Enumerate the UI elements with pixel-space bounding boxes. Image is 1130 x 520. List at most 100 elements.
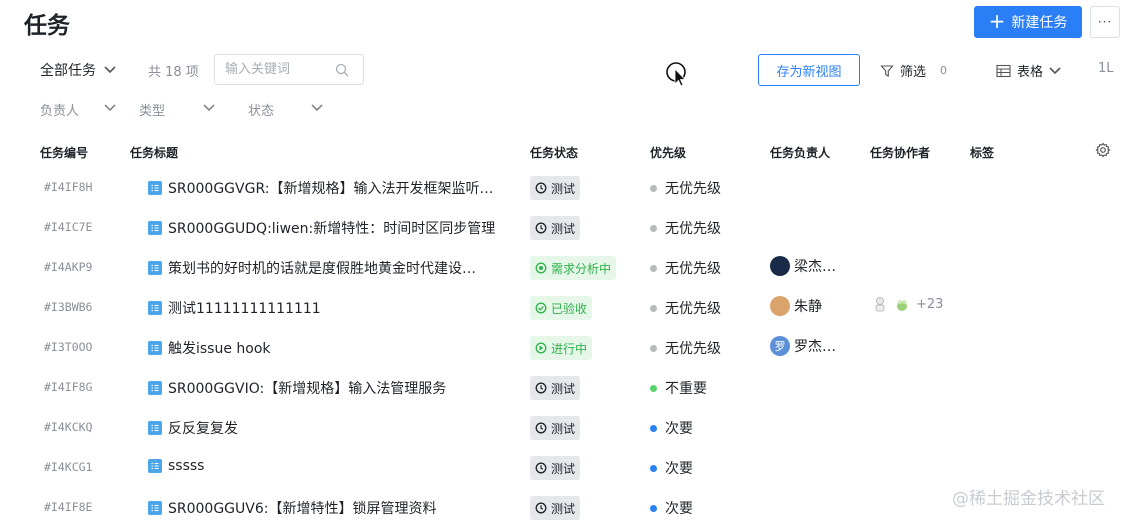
task-title[interactable]: 测试11111111111111 (148, 298, 321, 318)
task-id[interactable]: #I3BWB6 (44, 300, 92, 314)
task-id[interactable]: #I4KCKQ (44, 420, 92, 434)
avatar (770, 256, 790, 276)
task-title-text: 测试11111111111111 (168, 301, 321, 317)
task-type-icon (148, 261, 162, 275)
status-badge[interactable]: 测试 (530, 376, 581, 400)
table-row[interactable]: #I4AKP9 策划书的好时机的话就是度假胜地黄金时代建设… 需求分析中 无优先级 梁杰… (0, 248, 1130, 288)
priority-cell[interactable]: 无优先级 (650, 218, 721, 238)
assignee-name: 梁杰… (794, 259, 836, 275)
task-id[interactable]: #I4IF8E (44, 500, 92, 514)
assignee-filter[interactable]: 负责人 (40, 100, 116, 119)
more-options-button[interactable]: ··· (1090, 6, 1120, 38)
priority-text: 次要 (665, 461, 693, 477)
task-title[interactable]: 策划书的好时机的话就是度假胜地黄金时代建设… (148, 258, 476, 278)
status-text: 进行中 (551, 341, 588, 356)
task-title[interactable]: SR000GGUV6:【新增特性】锁屏管理资料 (148, 498, 436, 518)
status-text: 测试 (551, 461, 576, 476)
table-row[interactable]: #I4IF8G SR000GGVIO:【新增规格】输入法管理服务 测试 不重要 (0, 368, 1130, 408)
watermark: @稀土掘金技术社区 (952, 489, 1105, 509)
new-task-button[interactable]: + 新建任务 (974, 6, 1082, 38)
priority-cell[interactable]: 次要 (650, 458, 693, 478)
sub-filters: 负责人 类型 状态 (0, 100, 1130, 120)
status-badge[interactable]: 已验收 (530, 296, 593, 320)
priority-text: 不重要 (665, 381, 707, 397)
table-row[interactable]: #I4KCG1 sssss 测试 次要 (0, 448, 1130, 488)
table-row[interactable]: #I3BWB6 测试11111111111111 已验收 无优先级 朱静 +23 (0, 288, 1130, 328)
task-type-icon (148, 221, 162, 235)
priority-cell[interactable]: 次要 (650, 498, 693, 518)
status-icon (535, 302, 547, 314)
task-title-text: sssss (168, 458, 205, 474)
search-box[interactable] (214, 54, 364, 85)
task-scope-dropdown[interactable]: 全部任务 (40, 60, 116, 80)
col-title: 任务标题 (130, 146, 179, 160)
save-as-view-button[interactable]: 存为新视图 (758, 54, 860, 86)
task-id[interactable]: #I4IC7E (44, 220, 92, 234)
task-type-icon (148, 181, 162, 195)
task-id[interactable]: #I4KCG1 (44, 460, 92, 474)
assignee-cell[interactable]: 梁杰… (770, 256, 836, 276)
priority-cell[interactable]: 无优先级 (650, 178, 721, 198)
table-row[interactable]: #I4IC7E SR000GGUDQ:liwen:新增特性：时间时区同步管理 测试 无… (0, 208, 1130, 248)
task-title[interactable]: SR000GGUDQ:liwen:新增特性：时间时区同步管理 (148, 218, 495, 238)
status-badge[interactable]: 测试 (530, 496, 581, 520)
task-title[interactable]: SR000GGVIO:【新增规格】输入法管理服务 (148, 378, 446, 398)
priority-cell[interactable]: 无优先级 (650, 298, 721, 318)
new-task-label: 新建任务 (1011, 15, 1068, 31)
status-badge[interactable]: 测试 (530, 416, 581, 440)
col-tags: 标签 (970, 146, 995, 160)
task-title[interactable]: sssss (148, 458, 204, 474)
status-badge[interactable]: 需求分析中 (530, 256, 617, 280)
priority-dot-icon (650, 464, 657, 472)
filter-button[interactable]: 筛选 0 (880, 61, 947, 80)
assignee-cell[interactable]: 朱静 (770, 296, 822, 316)
status-text: 测试 (551, 501, 576, 516)
sort-button[interactable]: 1L (1098, 61, 1114, 76)
priority-dot-icon (650, 224, 657, 232)
assignee-cell[interactable]: 罗罗杰… (770, 336, 836, 356)
table-header: 任务编号 任务标题 任务状态 优先级 任务负责人 任务协作者 标签 (0, 142, 1130, 162)
priority-dot-icon (650, 184, 657, 192)
status-badge[interactable]: 测试 (530, 216, 581, 240)
status-icon (535, 342, 547, 354)
task-type-icon (148, 501, 162, 515)
collaborators-cell[interactable]: +23 (872, 296, 943, 312)
search-icon[interactable] (335, 63, 349, 77)
task-title[interactable]: SR000GGVGR:【新增规格】输入法开发框架监听… (148, 178, 493, 198)
task-title-text: 反反复复发 (168, 421, 238, 437)
table-row[interactable]: #I3T0OO 触发issue hook 进行中 无优先级 罗罗杰… (0, 328, 1130, 368)
table-row[interactable]: #I4IF8H SR000GGVGR:【新增规格】输入法开发框架监听… 测试 无优先级 (0, 168, 1130, 208)
status-badge[interactable]: 测试 (530, 456, 581, 480)
priority-cell[interactable]: 无优先级 (650, 338, 721, 358)
priority-dot-icon (650, 504, 657, 512)
priority-dot-icon (650, 304, 657, 312)
type-filter-label: 类型 (139, 104, 166, 119)
collaborators-more-count: +23 (916, 296, 944, 312)
search-input[interactable] (225, 62, 335, 77)
type-filter[interactable]: 类型 (139, 100, 215, 119)
view-switcher[interactable]: 表格 (996, 61, 1061, 80)
priority-cell[interactable]: 无优先级 (650, 258, 721, 278)
priority-dot-icon (650, 344, 657, 352)
status-filter[interactable]: 状态 (248, 100, 323, 119)
status-text: 测试 (551, 421, 576, 436)
task-title-text: SR000GGVIO:【新增规格】输入法管理服务 (168, 381, 447, 397)
gear-icon[interactable] (1095, 142, 1111, 158)
task-id[interactable]: #I4IF8G (44, 380, 92, 394)
status-badge[interactable]: 测试 (530, 176, 581, 200)
priority-cell[interactable]: 次要 (650, 418, 693, 438)
col-status: 任务状态 (530, 146, 579, 160)
filter-label: 筛选 (900, 65, 927, 80)
task-id[interactable]: #I3T0OO (44, 340, 92, 354)
priority-dot-icon (650, 384, 657, 392)
task-type-icon (148, 341, 162, 355)
chevron-down-icon (104, 66, 116, 74)
table-row[interactable]: #I4KCKQ 反反复复发 测试 次要 (0, 408, 1130, 448)
status-badge[interactable]: 进行中 (530, 336, 593, 360)
task-id[interactable]: #I4IF8H (44, 180, 92, 194)
task-id[interactable]: #I4AKP9 (44, 260, 92, 274)
task-title[interactable]: 触发issue hook (148, 338, 271, 358)
task-title-text: 策划书的好时机的话就是度假胜地黄金时代建设… (168, 261, 476, 277)
priority-cell[interactable]: 不重要 (650, 378, 707, 398)
task-title[interactable]: 反反复复发 (148, 418, 238, 438)
